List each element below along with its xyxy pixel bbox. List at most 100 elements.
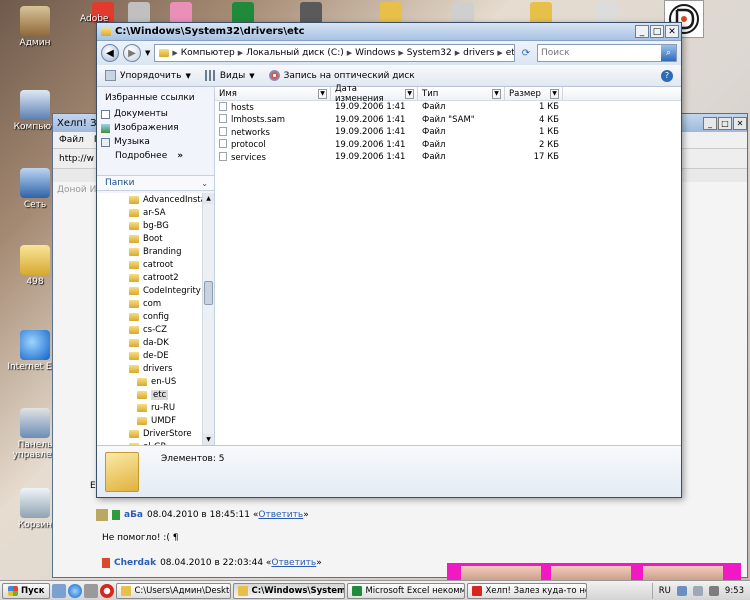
tree-item[interactable]: catroot2 (97, 271, 202, 284)
more-link[interactable]: Подробнее» (97, 149, 214, 163)
volume-icon[interactable] (708, 585, 719, 596)
tree-item-label: com (143, 298, 162, 309)
folder-icon[interactable] (380, 2, 402, 24)
tree-item[interactable]: en-US (97, 375, 202, 388)
chevron-down-icon[interactable]: ▼ (492, 88, 501, 99)
tree-item[interactable]: ar-SA (97, 206, 202, 219)
taskbar-button[interactable]: Хелп! Залез куда-то не ... (467, 582, 588, 599)
disc-icon (268, 70, 280, 81)
chevron-down-icon[interactable]: ▼ (405, 88, 414, 99)
tree-item[interactable]: DriverStore (97, 427, 202, 440)
tree-item[interactable]: config (97, 310, 202, 323)
folder-icon (137, 416, 147, 425)
app-icon[interactable] (452, 2, 474, 24)
banner-ad[interactable] (447, 563, 741, 580)
folder-icon[interactable] (530, 2, 552, 24)
tree-item[interactable]: bg-BG (97, 219, 202, 232)
show-desktop-icon[interactable] (52, 583, 67, 598)
tray-icon[interactable] (676, 585, 687, 596)
menu-file[interactable]: Файл (59, 135, 84, 145)
close-button[interactable]: ✕ (733, 116, 747, 130)
search-input[interactable] (538, 45, 661, 61)
tree-item[interactable]: de-DE (97, 349, 202, 362)
breadcrumb-item[interactable]: Windows (355, 48, 395, 58)
file-name: hosts (231, 102, 254, 113)
comment-author[interactable]: аБа (124, 510, 143, 520)
breadcrumb[interactable]: ▶ Компьютер ▶ Локальный диск (C:) ▶ Window… (154, 44, 515, 62)
file-type: Файл (422, 139, 446, 150)
favorite-documents[interactable]: Документы (97, 107, 214, 121)
app-icon[interactable] (170, 2, 192, 24)
history-dropdown-icon[interactable]: ▼ (145, 49, 150, 57)
tree-item[interactable]: Branding (97, 245, 202, 258)
taskbar-button[interactable]: C:\Windows\System3... (233, 582, 346, 599)
reply-link[interactable]: Ответить (258, 510, 303, 520)
file-row[interactable]: lmhosts.sam 19.09.2006 1:41 Файл "SAM" 4 КБ (215, 114, 681, 127)
tree-item[interactable]: da-DK (97, 336, 202, 349)
clock[interactable]: 9:53 (725, 586, 744, 596)
tree-item[interactable]: AdvancedInstall (97, 193, 202, 206)
start-button[interactable]: Пуск (2, 582, 51, 599)
tree-item[interactable]: etc (97, 388, 202, 401)
tree-item[interactable]: cs-CZ (97, 323, 202, 336)
search-icon[interactable]: ⌕ (661, 45, 676, 61)
tree-item[interactable]: Boot (97, 232, 202, 245)
minimize-button[interactable]: _ (635, 25, 649, 38)
desktop-icon-user[interactable]: Админ (4, 6, 66, 48)
maximize-button[interactable]: □ (718, 116, 732, 130)
file-row[interactable]: services 19.09.2006 1:41 Файл 17 КБ (215, 151, 681, 164)
favorite-pictures[interactable]: Изображения (97, 121, 214, 135)
file-date: 19.09.2006 1:41 (335, 102, 406, 113)
file-row[interactable]: networks 19.09.2006 1:41 Файл 1 КБ (215, 126, 681, 139)
forward-button[interactable]: ▶ (123, 44, 141, 62)
column-date[interactable]: Дата изменения ▼ (331, 84, 418, 104)
close-button[interactable]: ✕ (665, 25, 679, 38)
favorite-music[interactable]: Музыка (97, 135, 214, 149)
scroll-thumb[interactable] (204, 281, 213, 305)
breadcrumb-item[interactable]: Компьютер (181, 48, 235, 58)
reply-link[interactable]: Ответить (271, 558, 316, 568)
folders-header[interactable]: Папки ⌄ (97, 175, 214, 191)
refresh-icon[interactable]: ⟳ (519, 46, 533, 60)
tree-item[interactable]: drivers (97, 362, 202, 375)
scroll-down-icon[interactable]: ▼ (203, 434, 214, 445)
app-icon[interactable] (300, 2, 322, 24)
maximize-button[interactable]: □ (650, 25, 664, 38)
app-icon[interactable] (595, 2, 617, 24)
organize-button[interactable]: Упорядочить ▼ (105, 70, 191, 81)
taskbar-button[interactable]: Microsoft Excel некомме... (347, 582, 466, 599)
comment-author[interactable]: Cherdak (114, 558, 156, 568)
chevron-down-icon[interactable]: ▼ (550, 88, 559, 99)
app-quicklaunch-icon[interactable] (84, 583, 99, 598)
help-icon[interactable]: ? (661, 69, 673, 82)
tree-item[interactable]: catroot (97, 258, 202, 271)
tree-item[interactable]: ru-RU (97, 401, 202, 414)
breadcrumb-item[interactable]: etc (506, 48, 514, 58)
ie-quicklaunch-icon[interactable] (68, 583, 83, 598)
column-type[interactable]: Тип ▼ (418, 87, 505, 100)
tree-item[interactable]: com (97, 297, 202, 310)
breadcrumb-item[interactable]: Локальный диск (C:) (246, 48, 344, 58)
column-size[interactable]: Размер ▼ (505, 87, 563, 100)
navigation-pane: Избранные ссылки Документы Изображения М… (97, 87, 215, 445)
opera-quicklaunch-icon[interactable] (100, 583, 115, 598)
app-icon[interactable] (128, 2, 150, 24)
excel-icon[interactable] (232, 2, 254, 24)
tree-scrollbar[interactable]: ▲ ▼ (202, 193, 214, 445)
column-name[interactable]: Имя ▼ (215, 87, 331, 100)
tree-item[interactable]: UMDF (97, 414, 202, 427)
minimize-button[interactable]: _ (703, 116, 717, 130)
burn-disc-button[interactable]: Запись на оптический диск (268, 70, 415, 81)
scroll-up-icon[interactable]: ▲ (203, 193, 214, 204)
chevron-down-icon[interactable]: ▼ (318, 88, 327, 99)
file-row[interactable]: protocol 19.09.2006 1:41 Файл 2 КБ (215, 139, 681, 152)
taskbar-button[interactable]: C:\Users\Админ\Desktop... (116, 582, 232, 599)
language-indicator[interactable]: RU (659, 586, 671, 596)
tree-item[interactable]: CodeIntegrity (97, 284, 202, 297)
file-row[interactable]: hosts 19.09.2006 1:41 Файл 1 КБ (215, 101, 681, 114)
views-button[interactable]: Виды ▼ (204, 70, 255, 81)
back-button[interactable]: ◀ (101, 44, 119, 62)
breadcrumb-item[interactable]: System32 (407, 48, 452, 58)
breadcrumb-item[interactable]: drivers (463, 48, 494, 58)
tray-icon[interactable] (692, 585, 703, 596)
